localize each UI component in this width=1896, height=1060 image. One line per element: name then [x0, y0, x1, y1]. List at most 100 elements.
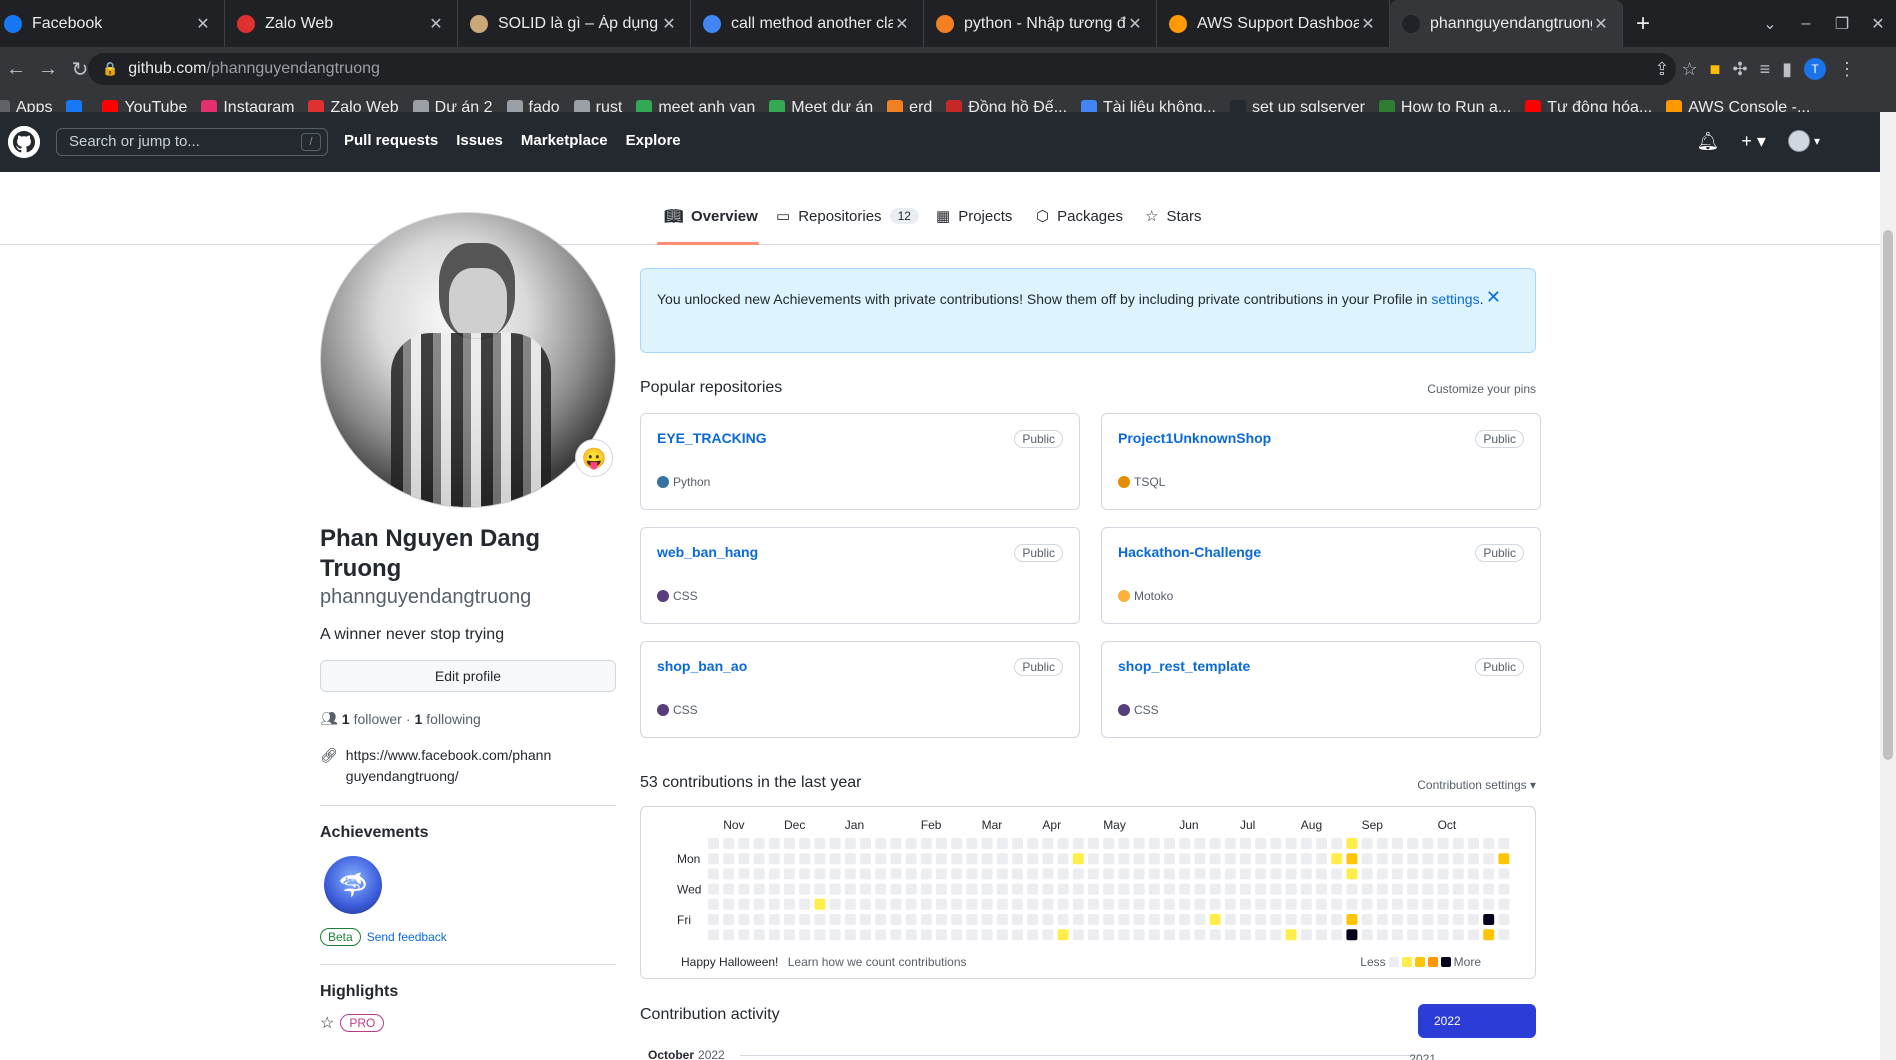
contribution-cell[interactable] [936, 853, 947, 865]
contribution-cell[interactable] [1376, 929, 1388, 941]
contribution-cell[interactable] [1255, 929, 1267, 941]
contribution-cell[interactable] [1407, 898, 1419, 910]
contribution-cell[interactable] [1179, 838, 1191, 849]
contribution-cell[interactable] [1209, 898, 1221, 910]
contribution-cell[interactable] [905, 868, 917, 880]
achievement-badge-icon[interactable]: 🦈︎ [324, 856, 382, 914]
contribution-cell[interactable] [1407, 868, 1419, 880]
contribution-cell[interactable] [784, 853, 795, 865]
contribution-cell[interactable] [860, 883, 871, 895]
contribution-cell[interactable] [723, 883, 735, 895]
contribution-cell[interactable] [1468, 883, 1479, 895]
contribution-cell[interactable] [1331, 929, 1343, 941]
nav-marketplace[interactable]: Marketplace [521, 132, 608, 149]
contribution-cell[interactable] [1179, 883, 1191, 895]
forward-icon[interactable]: → [32, 58, 64, 81]
search-input[interactable]: Search or jump to... / [56, 128, 328, 156]
contribution-cell[interactable] [1224, 898, 1236, 910]
contribution-cell[interactable] [1346, 838, 1358, 849]
contribution-cell[interactable] [1361, 853, 1373, 865]
contribution-cell[interactable] [1072, 929, 1084, 941]
contribution-cell[interactable] [1316, 929, 1327, 941]
contribution-cell[interactable] [1057, 853, 1069, 865]
contribution-cell[interactable] [1012, 914, 1023, 925]
contribution-cell[interactable] [1361, 929, 1373, 941]
contribution-cell[interactable] [1103, 838, 1115, 849]
contribution-cell[interactable] [1255, 898, 1267, 910]
contribution-cell[interactable] [799, 868, 811, 880]
contribution-cell[interactable] [1422, 914, 1434, 925]
contribution-cell[interactable] [1255, 838, 1267, 849]
contribution-cell[interactable] [829, 838, 841, 849]
contribution-cell[interactable] [814, 898, 826, 910]
contribution-cell[interactable] [1285, 914, 1297, 925]
contribution-cell[interactable] [1148, 883, 1160, 895]
contribution-cell[interactable] [1209, 853, 1221, 865]
contribution-cell[interactable] [951, 914, 963, 925]
contribution-cell[interactable] [1498, 929, 1510, 941]
contribution-cell[interactable] [1422, 838, 1434, 849]
tab-stars[interactable]: ☆ Stars [1145, 207, 1201, 226]
contribution-cell[interactable] [966, 838, 978, 849]
minimize-icon[interactable]: – [1788, 15, 1824, 33]
contribution-cell[interactable] [723, 929, 735, 941]
contribution-cell[interactable] [875, 853, 887, 865]
contribution-cell[interactable] [784, 929, 795, 941]
contribution-cell[interactable] [1270, 883, 1282, 895]
contribution-cell[interactable] [1376, 898, 1388, 910]
bookmark-star-icon[interactable]: ☆ [1681, 59, 1697, 80]
contribution-cell[interactable] [1452, 929, 1464, 941]
contribution-cell[interactable] [768, 898, 780, 910]
contribution-cell[interactable] [890, 883, 902, 895]
contribution-cell[interactable] [875, 898, 887, 910]
contribution-cell[interactable] [1072, 868, 1084, 880]
contribution-cell[interactable] [1072, 914, 1084, 925]
contribution-cell[interactable] [1164, 883, 1175, 895]
contribution-cell[interactable] [829, 914, 841, 925]
contribution-cell[interactable] [951, 883, 963, 895]
contribution-cell[interactable] [936, 898, 947, 910]
url-bar[interactable]: 🔒 github.com/phannguyendangtruong [88, 53, 1676, 85]
tab-repositories[interactable]: ▭ Repositories 12 [776, 207, 919, 225]
close-tab-icon[interactable]: ✕ [194, 14, 212, 34]
contribution-cell[interactable] [1194, 838, 1206, 849]
contribution-cell[interactable] [1300, 883, 1312, 895]
contribution-cell[interactable] [1407, 838, 1419, 849]
contribution-cell[interactable] [1103, 868, 1115, 880]
contribution-cell[interactable] [1133, 898, 1145, 910]
contribution-cell[interactable] [708, 838, 719, 849]
contribution-cell[interactable] [1179, 914, 1191, 925]
contribution-cell[interactable] [905, 883, 917, 895]
contribution-cell[interactable] [981, 868, 993, 880]
contribution-cell[interactable] [1148, 914, 1160, 925]
contribution-cell[interactable] [1012, 838, 1023, 849]
customize-pins-link[interactable]: Customize your pins [1427, 382, 1536, 396]
following-count[interactable]: 1 [415, 711, 423, 727]
close-window-icon[interactable]: ✕ [1860, 14, 1896, 34]
followers-label[interactable]: follower [354, 711, 402, 727]
contribution-cell[interactable] [1057, 898, 1069, 910]
contribution-cell[interactable] [1103, 898, 1115, 910]
contribution-cell[interactable] [1407, 883, 1419, 895]
banner-settings-link[interactable]: settings [1431, 291, 1479, 307]
contribution-cell[interactable] [829, 868, 841, 880]
contribution-cell[interactable] [1483, 853, 1495, 865]
contribution-cell[interactable] [966, 929, 978, 941]
contribution-cell[interactable] [1437, 929, 1449, 941]
contribution-cell[interactable] [920, 868, 932, 880]
contribution-cell[interactable] [1331, 838, 1343, 849]
contribution-cell[interactable] [966, 868, 978, 880]
contribution-cell[interactable] [1392, 883, 1403, 895]
close-tab-icon[interactable]: ✕ [893, 14, 911, 34]
contribution-cell[interactable] [936, 838, 947, 849]
contribution-cell[interactable] [860, 853, 871, 865]
profile-avatar-icon[interactable]: T [1804, 58, 1826, 80]
close-icon[interactable]: ✕ [1486, 287, 1501, 308]
contribution-cell[interactable] [1422, 883, 1434, 895]
contribution-cell[interactable] [799, 883, 811, 895]
contribution-cell[interactable] [1103, 883, 1115, 895]
contribution-cell[interactable] [708, 868, 719, 880]
contribution-cell[interactable] [1164, 898, 1175, 910]
contribution-cell[interactable] [1179, 929, 1191, 941]
contribution-cell[interactable] [1255, 868, 1267, 880]
